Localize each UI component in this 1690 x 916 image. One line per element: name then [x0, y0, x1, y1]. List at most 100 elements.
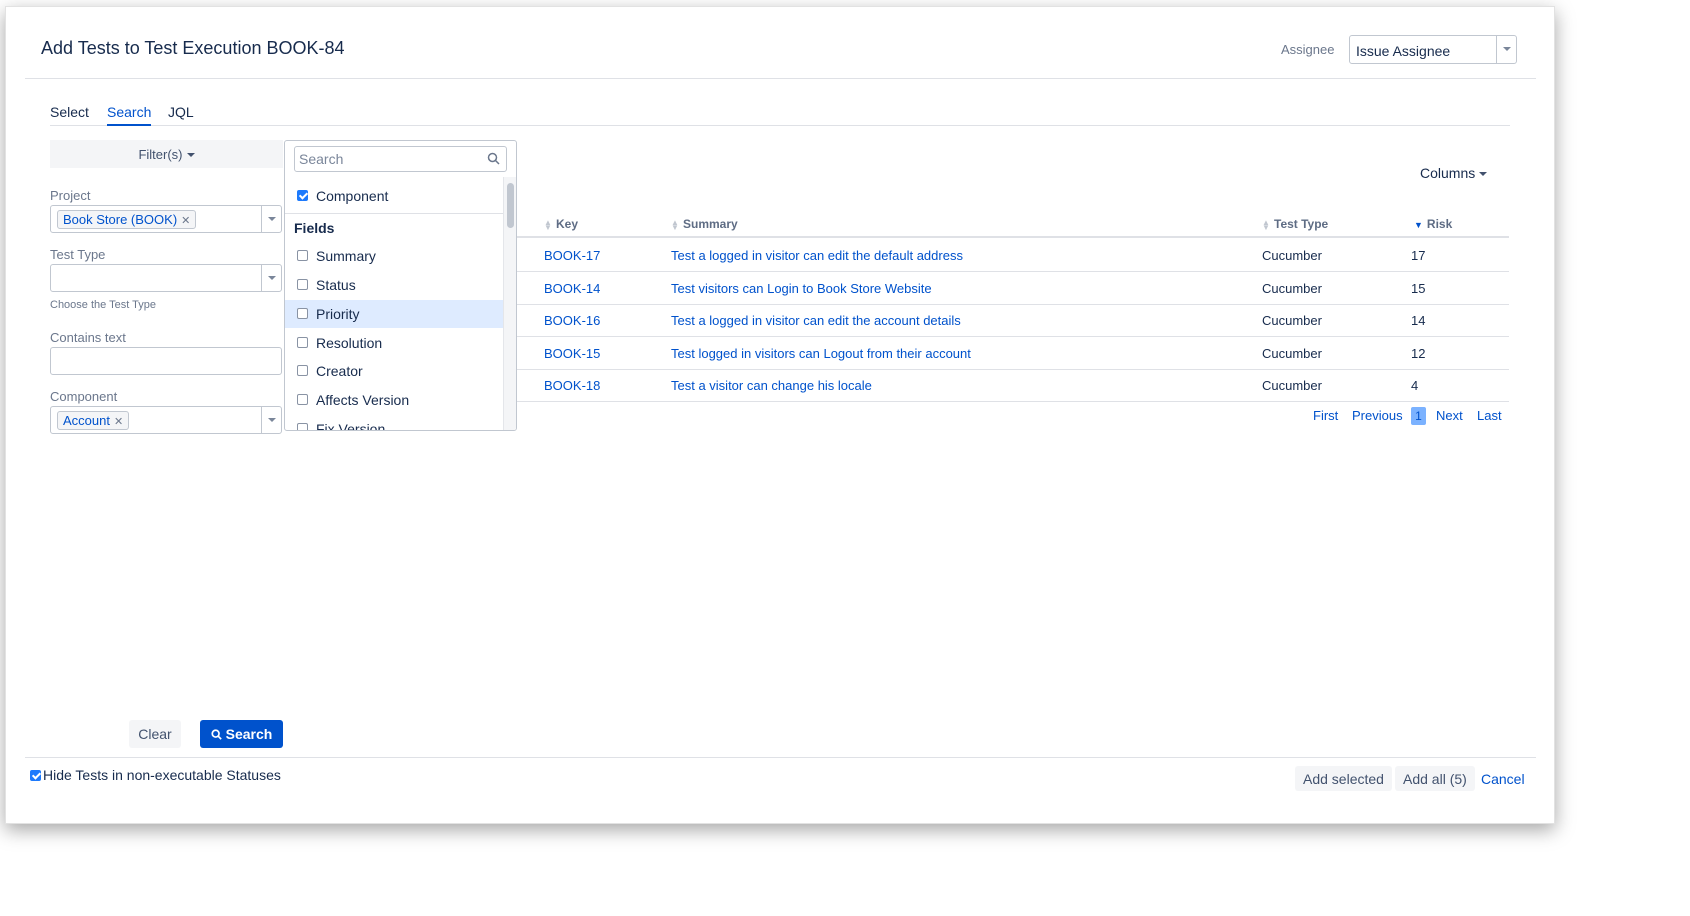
- remove-component-icon[interactable]: ✕: [114, 416, 123, 428]
- issue-summary-link[interactable]: Test a logged in visitor can edit the de…: [671, 248, 963, 263]
- filter-option-label: Affects Version: [316, 392, 410, 408]
- issue-summary-link[interactable]: Test visitors can Login to Book Store We…: [671, 281, 932, 296]
- test-type-cell: Cucumber: [1262, 378, 1322, 393]
- checkbox-icon[interactable]: [297, 337, 308, 348]
- risk-cell: 4: [1411, 378, 1419, 393]
- issue-key-link[interactable]: BOOK-15: [544, 346, 600, 361]
- fields-heading: Fields: [294, 220, 335, 236]
- issue-key-link[interactable]: BOOK-14: [544, 281, 600, 296]
- dropdown-scrollbar[interactable]: [503, 177, 516, 430]
- tab-search[interactable]: Search: [107, 104, 152, 126]
- filter-option-affects-version[interactable]: Affects Version: [285, 386, 503, 414]
- component-label: Component: [50, 389, 118, 404]
- add-selected-button[interactable]: Add selected: [1295, 766, 1392, 791]
- filter-option-creator[interactable]: Creator: [285, 357, 503, 385]
- filter-option-priority[interactable]: Priority: [285, 300, 503, 328]
- columns-button[interactable]: Columns: [1420, 165, 1488, 181]
- risk-cell: 14: [1411, 313, 1426, 328]
- table-row[interactable]: BOOK-14 Test visitors can Login to Book …: [517, 272, 1509, 305]
- column-header-label: Test Type: [1274, 217, 1329, 231]
- filter-search-input[interactable]: [299, 150, 479, 168]
- sort-descending-icon: ▼: [1414, 220, 1423, 230]
- chevron-down-icon: [268, 418, 276, 422]
- component-dropdown-toggle[interactable]: [261, 407, 281, 433]
- pagination-current-page: 1: [1411, 407, 1426, 425]
- issue-key-link[interactable]: BOOK-18: [544, 378, 600, 393]
- test-type-cell: Cucumber: [1262, 248, 1322, 263]
- filter-option-resolution[interactable]: Resolution: [285, 329, 503, 357]
- filter-option-label: Status: [316, 277, 356, 293]
- checkbox-icon[interactable]: [297, 279, 308, 290]
- assignee-dropdown-toggle[interactable]: [1496, 36, 1516, 63]
- test-type-dropdown-toggle[interactable]: [261, 265, 281, 291]
- search-button[interactable]: Search: [200, 720, 283, 748]
- search-icon: [487, 152, 500, 165]
- checkbox-icon[interactable]: [297, 308, 308, 319]
- pagination-next[interactable]: Next: [1436, 408, 1463, 423]
- issue-key-link[interactable]: BOOK-16: [544, 313, 600, 328]
- chevron-down-icon: [1479, 172, 1488, 176]
- checkbox-checked-icon[interactable]: [297, 190, 308, 201]
- filter-option-fix-version[interactable]: Fix Version: [285, 415, 503, 431]
- column-header-test-type[interactable]: ▲ ▼ Test Type: [1262, 217, 1328, 231]
- project-chip-label: Book Store (BOOK): [63, 212, 178, 227]
- column-header-label: Summary: [683, 217, 738, 231]
- filter-option-label: Priority: [316, 306, 360, 322]
- results-table-header: ▲ ▼ Key ▲ ▼ Summary ▲ ▼ Test Type ▼ Risk: [517, 210, 1509, 238]
- contains-text-input[interactable]: [50, 347, 282, 375]
- assignee-select[interactable]: Issue Assignee: [1349, 35, 1517, 64]
- filter-option-component[interactable]: Component: [285, 182, 503, 210]
- table-row[interactable]: BOOK-17 Test a logged in visitor can edi…: [517, 239, 1509, 272]
- tab-bar: Select Search JQL: [50, 104, 1510, 126]
- filter-fields-dropdown: Component Fields Summary Status Priority…: [284, 140, 517, 431]
- tab-jql[interactable]: JQL: [168, 104, 194, 124]
- checkbox-icon[interactable]: [297, 423, 308, 430]
- issue-summary-link[interactable]: Test a logged in visitor can edit the ac…: [671, 313, 961, 328]
- test-type-cell: Cucumber: [1262, 346, 1322, 361]
- project-label: Project: [50, 188, 91, 203]
- sort-icon: ▲ ▼: [1262, 217, 1270, 232]
- component-select[interactable]: Account ✕: [50, 406, 282, 434]
- pagination-first[interactable]: First: [1313, 408, 1338, 423]
- component-chip: Account ✕: [57, 411, 130, 430]
- issue-summary-link[interactable]: Test a visitor can change his locale: [671, 378, 872, 393]
- test-type-cell: Cucumber: [1262, 313, 1322, 328]
- chevron-down-icon: [186, 152, 195, 157]
- test-type-select[interactable]: [50, 264, 282, 292]
- project-chip: Book Store (BOOK) ✕: [57, 210, 197, 229]
- issue-key-link[interactable]: BOOK-17: [544, 248, 600, 263]
- hide-non-executable-checkbox[interactable]: [30, 770, 41, 781]
- issue-summary-link[interactable]: Test logged in visitors can Logout from …: [671, 346, 971, 361]
- remove-project-icon[interactable]: ✕: [181, 215, 190, 227]
- project-dropdown-toggle[interactable]: [261, 206, 281, 232]
- checkbox-icon[interactable]: [297, 394, 308, 405]
- chevron-down-icon: [268, 276, 276, 280]
- pagination-last[interactable]: Last: [1477, 408, 1502, 423]
- add-all-button[interactable]: Add all (5): [1395, 766, 1475, 791]
- risk-cell: 17: [1411, 248, 1426, 263]
- filter-option-summary[interactable]: Summary: [285, 242, 503, 270]
- filters-toggle-button[interactable]: Filter(s): [50, 140, 283, 168]
- clear-button[interactable]: Clear: [129, 720, 181, 748]
- tab-select[interactable]: Select: [50, 104, 89, 124]
- column-header-risk[interactable]: ▼ Risk: [1414, 217, 1452, 231]
- filter-option-status[interactable]: Status: [285, 271, 503, 299]
- dropdown-divider: [285, 213, 503, 214]
- assignee-label: Assignee: [1281, 42, 1335, 57]
- filter-option-label: Fix Version: [316, 421, 386, 431]
- column-header-key[interactable]: ▲ ▼ Key: [544, 217, 578, 231]
- test-type-hint: Choose the Test Type: [50, 299, 156, 311]
- column-header-summary[interactable]: ▲ ▼ Summary: [671, 217, 738, 231]
- pagination-previous[interactable]: Previous: [1352, 408, 1403, 423]
- scrollbar-thumb[interactable]: [507, 183, 514, 228]
- table-row[interactable]: BOOK-16 Test a logged in visitor can edi…: [517, 304, 1509, 337]
- assignee-value: Issue Assignee: [1356, 43, 1451, 59]
- project-select[interactable]: Book Store (BOOK) ✕: [50, 205, 282, 233]
- table-row[interactable]: BOOK-15 Test logged in visitors can Logo…: [517, 337, 1509, 370]
- filter-option-label: Component: [316, 188, 389, 204]
- sort-icon: ▲ ▼: [544, 217, 552, 232]
- checkbox-icon[interactable]: [297, 250, 308, 261]
- table-row[interactable]: BOOK-18 Test a visitor can change his lo…: [517, 369, 1509, 402]
- cancel-link[interactable]: Cancel: [1481, 771, 1525, 787]
- checkbox-icon[interactable]: [297, 365, 308, 376]
